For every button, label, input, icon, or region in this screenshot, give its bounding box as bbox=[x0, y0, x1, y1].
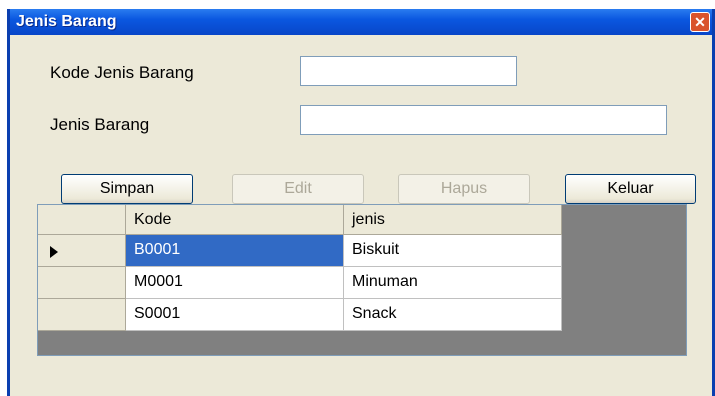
kode-jenis-barang-label: Kode Jenis Barang bbox=[50, 63, 194, 82]
jenis-barang-input[interactable] bbox=[300, 105, 667, 135]
grid-corner-header[interactable] bbox=[38, 205, 126, 235]
hapus-button[interactable]: Hapus bbox=[398, 174, 530, 204]
cell-kode-row-3[interactable]: S0001 bbox=[126, 299, 344, 331]
row-header-2[interactable] bbox=[38, 267, 126, 299]
cell-kode-row-1[interactable]: B0001 bbox=[126, 235, 344, 267]
keluar-button[interactable]: Keluar bbox=[565, 174, 696, 204]
edit-button[interactable]: Edit bbox=[232, 174, 364, 204]
jenis-barang-label: Jenis Barang bbox=[50, 115, 150, 134]
row-header-1[interactable] bbox=[38, 235, 126, 267]
current-row-arrow-icon bbox=[50, 246, 58, 258]
row-header-3[interactable] bbox=[38, 299, 126, 331]
cell-jenis-row-1[interactable]: Biskuit bbox=[344, 235, 562, 267]
simpan-button[interactable]: Simpan bbox=[61, 174, 193, 204]
column-header-kode[interactable]: Kode bbox=[126, 205, 344, 235]
data-grid[interactable]: Kode jenis B0001 Biskuit M0001 Minuman S… bbox=[37, 204, 687, 356]
window-title: Jenis Barang bbox=[16, 13, 117, 30]
cell-kode-row-2[interactable]: M0001 bbox=[126, 267, 344, 299]
cell-jenis-row-3[interactable]: Snack bbox=[344, 299, 562, 331]
cell-jenis-row-2[interactable]: Minuman bbox=[344, 267, 562, 299]
column-header-jenis[interactable]: jenis bbox=[344, 205, 562, 235]
kode-jenis-barang-input[interactable] bbox=[300, 56, 517, 86]
title-bar[interactable]: Jenis Barang ✕ bbox=[10, 9, 712, 35]
close-icon[interactable]: ✕ bbox=[690, 12, 710, 32]
